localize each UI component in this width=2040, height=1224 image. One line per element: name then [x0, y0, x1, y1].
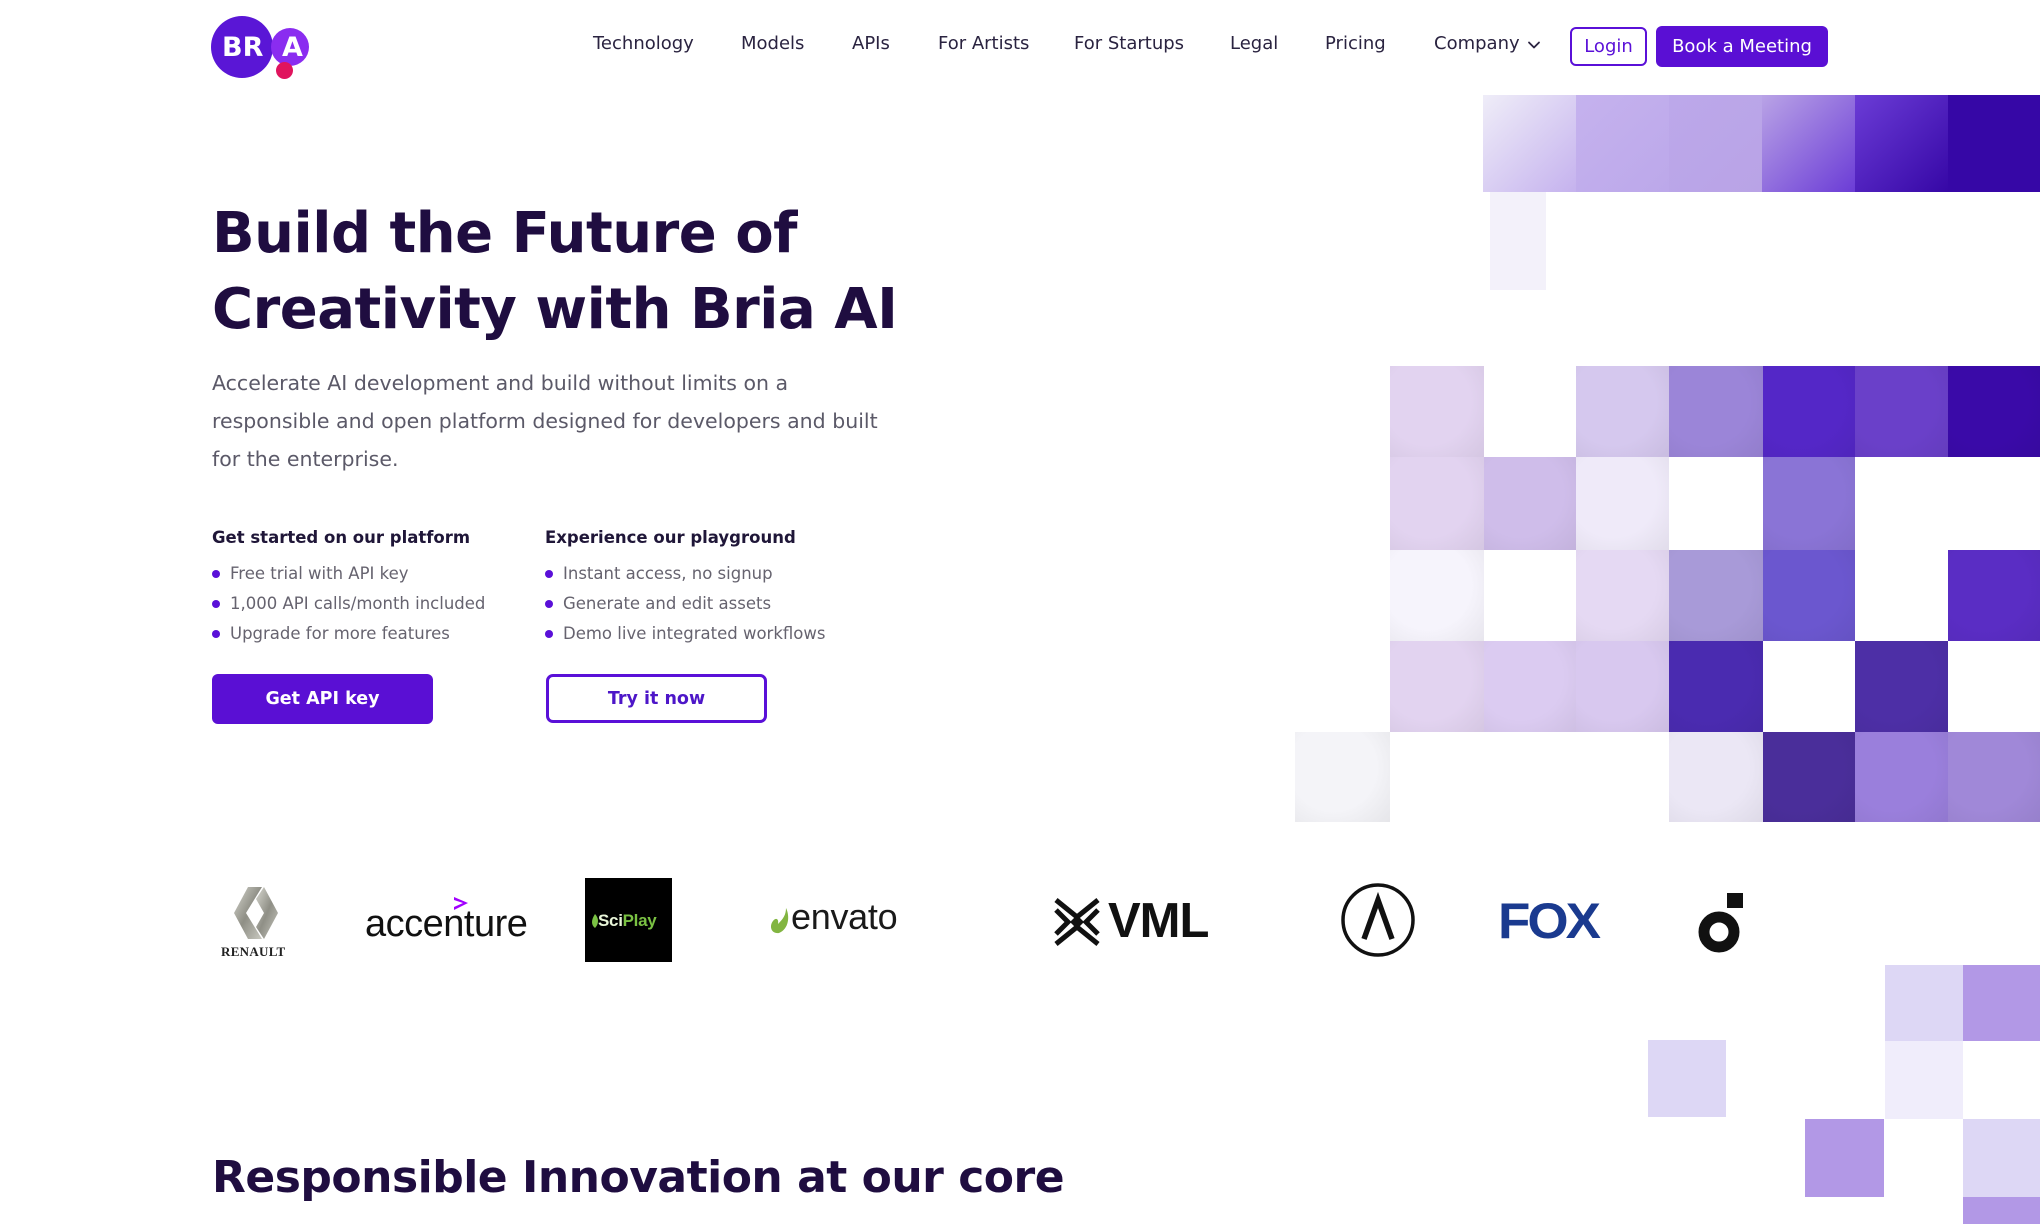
decorative-square [1648, 1040, 1726, 1117]
mosaic-tile [1763, 732, 1855, 822]
bullet-text: Demo live integrated workflows [563, 624, 826, 643]
mosaic-tile [1855, 732, 1948, 822]
bullet-text: Free trial with API key [230, 564, 409, 583]
list-item: Instant access, no signup [545, 559, 825, 589]
playground-heading: Experience our playground [545, 528, 796, 547]
bria-logo[interactable]: BR A [208, 12, 312, 84]
mosaic-tile [1483, 95, 1576, 192]
decorative-square [1963, 1119, 2040, 1197]
mosaic-tile [1490, 192, 1546, 290]
renault-logo-icon [234, 887, 278, 939]
sciplay-logo-text: SciPlay [598, 911, 657, 931]
playground-column: Experience our playground Instant access… [545, 528, 825, 649]
hero-subtitle: Accelerate AI development and build with… [212, 371, 878, 471]
mosaic-tile [1948, 550, 2040, 641]
list-item: Upgrade for more features [212, 619, 485, 649]
mosaic-tile [1390, 550, 1484, 641]
mosaic-tile [1763, 457, 1855, 550]
bullet-text: Instant access, no signup [563, 564, 773, 583]
logo-text-a: A [282, 32, 303, 63]
mosaic-tile [1763, 366, 1855, 457]
sciplay-text-play: Play [622, 911, 657, 930]
renault-logo-text: RENAULT [221, 944, 286, 959]
hero-title-line1: Build the Future of [212, 201, 798, 266]
decorative-square [1963, 965, 2040, 1041]
list-item: Demo live integrated workflows [545, 619, 825, 649]
book-meeting-button[interactable]: Book a Meeting [1656, 26, 1828, 67]
chevron-down-icon[interactable] [1527, 38, 1541, 52]
platform-bullets: Free trial with API key 1,000 API calls/… [212, 559, 485, 649]
mosaic-tile [1855, 641, 1948, 732]
logo-text-br: BR [222, 32, 264, 63]
mosaic-tile [1669, 95, 1762, 192]
bullet-icon [545, 570, 553, 578]
login-button[interactable]: Login [1570, 27, 1647, 66]
mosaic-tile [1390, 457, 1484, 550]
bullet-icon [545, 630, 553, 638]
platform-heading: Get started on our platform [212, 528, 471, 547]
nav-company[interactable]: Company [1434, 33, 1520, 54]
mosaic-tile [1669, 366, 1763, 457]
playground-bullets: Instant access, no signup Generate and e… [545, 559, 825, 649]
vml-logo: VML [1108, 894, 1209, 948]
nav-for-artists[interactable]: For Artists [938, 33, 1029, 54]
nav-for-startups[interactable]: For Startups [1074, 33, 1184, 54]
fox-logo: FOX [1498, 893, 1601, 950]
mosaic-tile [1948, 366, 2040, 457]
mosaic-tile [1484, 641, 1576, 732]
vml-x-icon [1054, 898, 1100, 946]
section-title: Responsible Innovation at our core [212, 1152, 1065, 1203]
decorative-square [1963, 1197, 2040, 1224]
mosaic-tile [1390, 366, 1484, 457]
bullet-icon [212, 630, 220, 638]
mosaic-tile [1576, 641, 1669, 732]
mosaic-tile [1855, 366, 1948, 457]
mosaic-tile [1855, 95, 1948, 192]
bullet-icon [212, 600, 220, 608]
platform-column: Get started on our platform Free trial w… [212, 528, 485, 649]
mosaic-tile [1576, 95, 1669, 192]
nav-apis[interactable]: APIs [852, 33, 890, 54]
mosaic-tile [1390, 641, 1484, 732]
bullet-text: 1,000 API calls/month included [230, 594, 486, 613]
list-item: Free trial with API key [212, 559, 485, 589]
bullet-text: Upgrade for more features [230, 624, 450, 643]
mosaic-tile [1763, 550, 1855, 641]
try-it-now-button[interactable]: Try it now [546, 674, 767, 723]
hero-title-line2: Creativity with Bria AI [212, 277, 898, 342]
mosaic-tile [1576, 457, 1669, 550]
nav-legal[interactable]: Legal [1230, 33, 1278, 54]
mosaic-tile [1948, 732, 2040, 822]
logo-dot [276, 62, 293, 79]
ring-square-logo-icon [1698, 893, 1743, 953]
mosaic-tile [1576, 550, 1669, 641]
list-item: Generate and edit assets [545, 589, 825, 619]
sciplay-text-sci: Sci [598, 911, 623, 930]
decorative-square [1885, 1041, 1963, 1119]
bullet-icon [545, 600, 553, 608]
lambda-circle-logo-icon [1341, 883, 1415, 957]
get-api-key-button[interactable]: Get API key [212, 674, 433, 724]
bullet-icon [212, 570, 220, 578]
bullet-text: Generate and edit assets [563, 594, 772, 613]
nav-technology[interactable]: Technology [593, 33, 694, 54]
list-item: 1,000 API calls/month included [212, 589, 485, 619]
hero-title: Build the Future of Creativity with Bria… [212, 196, 1032, 348]
mosaic-tile [1295, 732, 1390, 822]
mosaic-tile [1762, 95, 1855, 192]
accenture-logo: accenture [365, 903, 528, 945]
nav-pricing[interactable]: Pricing [1325, 33, 1386, 54]
nav-models[interactable]: Models [741, 33, 804, 54]
mosaic-tile [1576, 366, 1669, 457]
decorative-square [1885, 965, 1963, 1041]
mosaic-tile [1484, 457, 1576, 550]
envato-logo: envato [791, 896, 898, 937]
envato-leaf-icon [771, 908, 789, 934]
mosaic-tile [1669, 732, 1763, 822]
decorative-square [1805, 1119, 1884, 1197]
mosaic-tile [1669, 641, 1763, 732]
mosaic-tile [1948, 95, 2040, 192]
mosaic-tile [1669, 550, 1763, 641]
